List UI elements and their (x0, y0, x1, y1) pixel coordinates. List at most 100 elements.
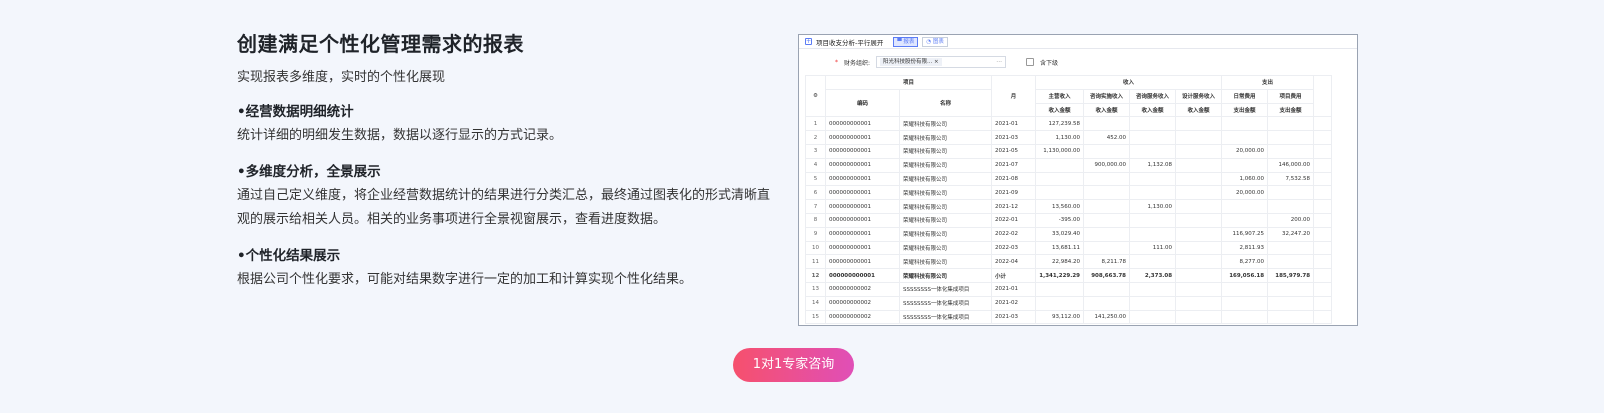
expert-consult-button[interactable]: 1对1专家咨询 (733, 348, 854, 382)
table-row[interactable]: 13 000000000002 SSSSSSSS一体化集成项目 2021-01 (805, 281, 1333, 297)
table-cell (1221, 199, 1269, 214)
table-cell (1129, 309, 1177, 325)
table-cell (1175, 116, 1223, 132)
table-cell: 000000000001 (825, 268, 900, 283)
table-cell: 荣耀科技有限公司 (898, 226, 993, 242)
table-cell (1083, 171, 1131, 187)
table-cell: 000000000001 (825, 130, 900, 145)
table-cell (1129, 143, 1177, 159)
table-cell: 小计 (991, 268, 1037, 283)
table-cell (1221, 157, 1269, 173)
table-cell: 荣耀科技有限公司 (898, 185, 993, 201)
table-cell (1035, 185, 1085, 201)
table-cell: 荣耀科技有限公司 (898, 254, 993, 270)
table-row[interactable]: 15 000000000002 SSSSSSSS一体化集成项目 2021-03 93,1… (805, 309, 1333, 325)
include-sub-checkbox[interactable] (1026, 58, 1035, 66)
required-mark: * (835, 58, 838, 66)
table-cell: 1,130.00 (1129, 199, 1177, 214)
feature-desc: 统计详细的明细发生数据，数据以逐行显示的方式记录。 (237, 128, 563, 143)
report-table: ⚙ 项目 月 收入 支出 编码 名称 主营收入 咨询实施收入 咨询服务收入 设计… (805, 74, 1333, 325)
table-row[interactable]: 12 000000000001 荣耀科技有限公司 小计 1,341,229.29 908,… (805, 268, 1333, 283)
table-cell: 116,907.25 (1221, 226, 1269, 242)
row-index: 4 (805, 157, 826, 173)
table-cell: 000000000001 (825, 254, 900, 270)
table-row[interactable]: 5 000000000001 荣耀科技有限公司 2021-08 1,060.00 7,53… (805, 171, 1333, 187)
col-subheader: 支出金额 (1221, 102, 1269, 118)
report-view-button[interactable]: ▀ 报表 (893, 36, 919, 47)
row-index: 8 (805, 212, 826, 228)
table-row[interactable]: 9 000000000001 荣耀科技有限公司 2022-02 33,029.40 116… (805, 226, 1333, 242)
table-cell (1267, 185, 1315, 201)
col-subheader: 收入金额 (1129, 102, 1177, 118)
table-cell: 111.00 (1129, 240, 1177, 256)
table-cell (1083, 240, 1131, 256)
table-cell (1083, 281, 1131, 297)
table-cell: 2021-12 (991, 199, 1037, 214)
row-index: 11 (805, 254, 826, 270)
table-cell: 2022-02 (991, 226, 1037, 242)
table-cell (1175, 171, 1223, 187)
table-cell: 1,130,000.00 (1035, 143, 1085, 159)
group-header: 项目 (824, 75, 993, 90)
table-cell: 141,250.00 (1083, 309, 1131, 325)
table-row[interactable]: 1 000000000001 荣耀科技有限公司 2021-01 127,239.58 (805, 116, 1333, 132)
table-cell: 127,239.58 (1035, 116, 1085, 132)
table-cell (1083, 226, 1131, 242)
table-cell: 185,979.78 (1267, 268, 1315, 283)
settings-icon[interactable]: ⚙ (805, 74, 826, 118)
table-cell (1175, 295, 1223, 311)
table-row[interactable]: 14 000000000002 SSSSSSSS一体化集成项目 2021-02 (805, 295, 1333, 311)
table-row[interactable]: 11 000000000001 荣耀科技有限公司 2022-04 22,984.20 8,… (805, 254, 1333, 270)
org-chip-label: 阳光科技股份有限... (883, 59, 933, 65)
table-row[interactable]: 3 000000000001 荣耀科技有限公司 2021-05 1,130,000.00… (805, 143, 1333, 159)
table-cell: 000000000002 (825, 295, 900, 311)
table-cell: 000000000001 (825, 171, 900, 187)
table-cell: 2021-05 (991, 143, 1037, 159)
table-row[interactable]: 7 000000000001 荣耀科技有限公司 2021-12 13,560.00 1,1… (805, 199, 1333, 214)
table-cell (1175, 309, 1223, 325)
report-screenshot: + 项目收支分析-平行展开 ▀ 报表 ◔ 图表 * 财务组织: 阳光科技股份有限… (798, 34, 1358, 326)
row-index: 2 (805, 130, 826, 145)
table-cell (1221, 281, 1269, 297)
col-subheader: 收入金额 (1175, 102, 1223, 118)
feature-personalized: •个性化结果展示 根据公司个性化要求，可能对结果数字进行一定的加工和计算实现个性… (237, 246, 777, 292)
row-index: 10 (805, 240, 826, 256)
table-cell (1129, 116, 1177, 132)
table-cell: 荣耀科技有限公司 (898, 212, 993, 228)
table-cell: 2,811.93 (1221, 240, 1269, 256)
table-cell: 2,373.08 (1129, 268, 1177, 283)
org-select[interactable]: 阳光科技股份有限... × ··· (876, 56, 1007, 68)
col-header: 主营收入 (1035, 88, 1085, 104)
table-row[interactable]: 8 000000000001 荣耀科技有限公司 2022-01 -395.00 200.0… (805, 212, 1333, 228)
table-cell: 2021-07 (991, 157, 1037, 173)
table-cell (1221, 295, 1269, 311)
table-cell (1083, 185, 1131, 201)
table-cell: 900,000.00 (1083, 157, 1131, 173)
feature-title: •经营数据明细统计 (237, 104, 354, 120)
table-row[interactable]: 6 000000000001 荣耀科技有限公司 2021-09 20,000.00 (805, 185, 1333, 201)
table-cell: 000000000001 (825, 157, 900, 173)
table-cell: 20,000.00 (1221, 143, 1269, 159)
table-row[interactable]: 10 000000000001 荣耀科技有限公司 2022-03 13,681.11 11… (805, 240, 1333, 256)
table-cell: 000000000001 (825, 212, 900, 228)
table-cell: 荣耀科技有限公司 (898, 199, 993, 214)
table-cell (1175, 268, 1223, 283)
table-cell: 000000000001 (825, 199, 900, 214)
table-cell (1221, 212, 1269, 228)
table-cell: 8,277.00 (1221, 254, 1269, 270)
table-cell (1175, 212, 1223, 228)
table-cell: 33,029.40 (1035, 226, 1085, 242)
more-icon: ··· (996, 58, 1003, 66)
intro-section: 创建满足个性化管理需求的报表 实现报表多维度，实时的个性化展现 •经营数据明细统… (237, 30, 777, 292)
add-icon: + (805, 38, 812, 45)
row-index: 6 (805, 185, 826, 201)
table-cell (1129, 130, 1177, 145)
table-row[interactable]: 4 000000000001 荣耀科技有限公司 2021-07 900,000.00 1,… (805, 157, 1333, 173)
row-index: 15 (805, 309, 826, 325)
section-subtitle: 实现报表多维度，实时的个性化展现 (237, 70, 446, 85)
table-cell (1083, 199, 1131, 214)
chart-view-button[interactable]: ◔ 图表 (922, 36, 948, 47)
table-cell (1175, 130, 1223, 145)
table-row[interactable]: 2 000000000001 荣耀科技有限公司 2021-03 1,130.00 452.… (805, 130, 1333, 145)
table-cell: 荣耀科技有限公司 (898, 268, 993, 283)
